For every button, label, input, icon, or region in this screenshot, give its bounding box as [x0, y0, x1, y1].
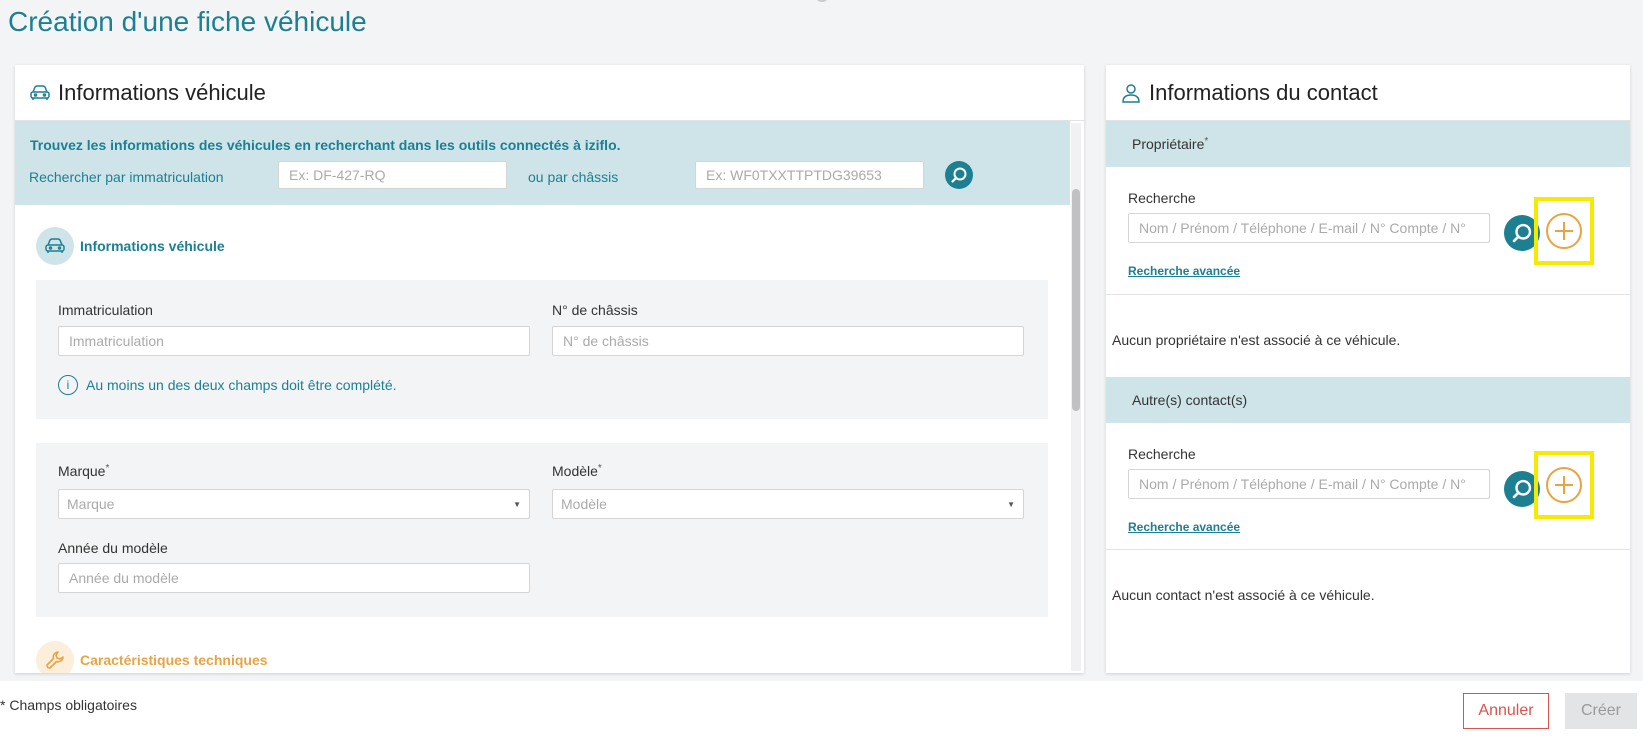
chevron-down-icon: ▼ [1007, 499, 1015, 509]
search-icon [951, 167, 967, 183]
other-contacts-search-input[interactable] [1128, 469, 1490, 499]
contact-panel-header: Informations du contact [1106, 65, 1630, 121]
vehicle-search-banner: Trouvez les informations des véhicules e… [15, 121, 1070, 205]
chevron-down-icon: ▼ [513, 499, 521, 509]
scroll-thumb[interactable] [1072, 189, 1080, 411]
owner-empty-text: Aucun propriétaire n'est associé à ce vé… [1112, 332, 1401, 348]
other-contacts-search-label: Recherche [1128, 446, 1196, 462]
plate-search-input[interactable] [278, 161, 507, 189]
create-button[interactable]: Créer [1565, 693, 1637, 729]
model-year-label: Année du modèle [58, 540, 168, 556]
other-contacts-section-bar: Autre(s) contact(s) [1106, 377, 1630, 423]
other-contacts-empty-text: Aucun contact n'est associé à ce véhicul… [1112, 587, 1375, 603]
page-title: Création d'une fiche véhicule [8, 6, 367, 37]
car-icon [36, 227, 74, 265]
footer-bar: * Champs obligatoires Annuler Créer [0, 681, 1643, 740]
add-other-contact-button[interactable] [1534, 451, 1594, 519]
vehicle-panel-scrollbar[interactable] [1071, 123, 1081, 671]
contact-panel-title: Informations du contact [1149, 79, 1378, 105]
plus-icon [1546, 213, 1582, 249]
owner-advanced-search-link[interactable]: Recherche avancée [1128, 264, 1240, 278]
search-by-plate-label: Rechercher par immatriculation [29, 169, 224, 185]
divider [1106, 294, 1630, 295]
search-icon [1512, 223, 1532, 243]
user-icon [1119, 81, 1143, 105]
owner-search-label: Recherche [1128, 190, 1196, 206]
search-icon [1512, 479, 1532, 499]
other-contacts-advanced-search-link[interactable]: Recherche avancée [1128, 520, 1240, 534]
vehicle-panel-title: Informations véhicule [58, 79, 266, 105]
completion-hint: i Au moins un des deux champs doit être … [58, 375, 397, 395]
registration-label: Immatriculation [58, 302, 153, 318]
other-contacts-section-label: Autre(s) contact(s) [1132, 392, 1248, 408]
model-label: Modèle* [552, 463, 602, 479]
model-block: Marque* Marque ▼ Modèle* Modèle ▼ Année … [36, 443, 1048, 617]
chassis-label: N° de châssis [552, 302, 638, 318]
add-owner-button[interactable] [1534, 197, 1594, 265]
owner-section-label: Propriétaire* [1132, 136, 1209, 152]
model-select[interactable]: Modèle ▼ [552, 489, 1024, 519]
vehicle-panel: Informations véhicule Trouvez les inform… [15, 65, 1084, 673]
section-vehicle-info-title: Informations véhicule [80, 238, 225, 254]
chassis-input[interactable] [552, 326, 1024, 356]
plus-icon [1546, 467, 1582, 503]
completion-hint-text: Au moins un des deux champs doit être co… [86, 377, 397, 393]
vehicle-panel-header: Informations véhicule [15, 65, 1084, 121]
identification-block: Immatriculation N° de châssis i Au moins… [36, 280, 1048, 419]
owner-search-input[interactable] [1128, 213, 1490, 243]
owner-section-bar: Propriétaire* [1106, 121, 1630, 167]
wrench-icon [36, 641, 74, 673]
brand-label: Marque* [58, 463, 110, 479]
brand-select-value: Marque [67, 496, 115, 512]
banner-title: Trouvez les informations des véhicules e… [30, 137, 621, 153]
contact-panel: Informations du contact Propriétaire* Re… [1106, 65, 1630, 673]
model-select-value: Modèle [561, 496, 607, 512]
registration-input[interactable] [58, 326, 530, 356]
divider [1106, 549, 1630, 550]
section-tech-header: Caractéristiques techniques [36, 641, 268, 673]
section-vehicle-info-header: Informations véhicule [36, 227, 225, 265]
search-by-chassis-label: ou par châssis [528, 169, 619, 185]
cancel-button[interactable]: Annuler [1463, 693, 1549, 729]
top-indicator [817, 0, 827, 2]
chassis-search-input[interactable] [695, 161, 924, 189]
info-icon: i [58, 375, 78, 395]
brand-select[interactable]: Marque ▼ [58, 489, 530, 519]
vehicle-search-button[interactable] [945, 161, 973, 189]
car-icon [28, 81, 52, 105]
section-tech-title: Caractéristiques techniques [80, 652, 268, 668]
required-fields-note: * Champs obligatoires [0, 697, 137, 713]
model-year-input[interactable] [58, 563, 530, 593]
